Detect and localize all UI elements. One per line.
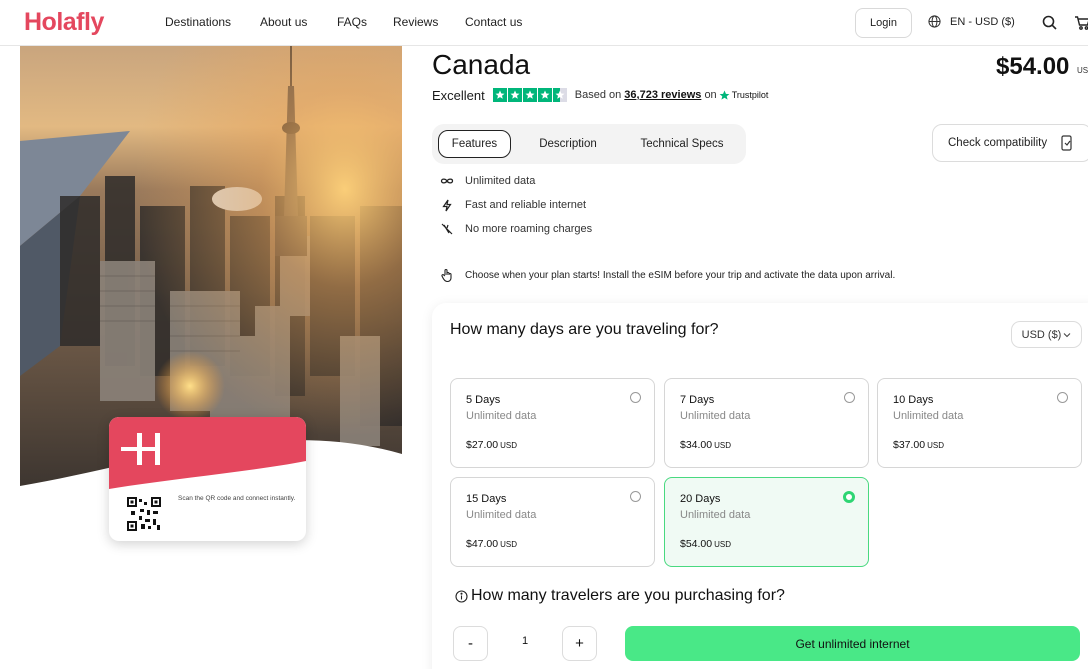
hand-pointer-icon bbox=[440, 268, 454, 282]
plan-price: $37.00 USD bbox=[893, 439, 945, 451]
plan-radio[interactable] bbox=[844, 392, 855, 403]
plan-data: Unlimited data bbox=[680, 410, 751, 422]
plan-card-5-days[interactable]: 5 Days Unlimited data $27.00 USD bbox=[450, 378, 655, 468]
product-tabs: Features Description Technical Specs bbox=[432, 124, 746, 164]
star-icon bbox=[522, 88, 537, 102]
plan-name: 20 Days bbox=[680, 493, 721, 505]
currency-select[interactable]: USD ($) bbox=[1011, 321, 1082, 348]
plan-name: 5 Days bbox=[466, 394, 501, 406]
rating-word: Excellent bbox=[432, 87, 485, 103]
tab-description[interactable]: Description bbox=[522, 130, 614, 158]
quantity-increment-button[interactable]: + bbox=[562, 626, 597, 661]
on-label: on bbox=[704, 89, 717, 101]
feature-item: Fast and reliable internet bbox=[440, 198, 586, 212]
star-icon bbox=[492, 88, 507, 102]
tab-features[interactable]: Features bbox=[438, 130, 511, 158]
plan-price: $47.00 USD bbox=[466, 538, 518, 550]
star-icon bbox=[537, 88, 552, 102]
info-icon[interactable] bbox=[455, 589, 468, 603]
lightning-icon bbox=[440, 198, 454, 212]
qr-code-icon bbox=[127, 497, 161, 531]
trustpilot-label: Trustpilot bbox=[731, 90, 769, 100]
plan-price: $27.00 USD bbox=[466, 439, 518, 451]
feature-text: Fast and reliable internet bbox=[465, 199, 587, 211]
feature-item: Unlimited data bbox=[440, 174, 535, 188]
holafly-logo[interactable]: Holafly bbox=[24, 8, 104, 37]
nav-contact-us[interactable]: Contact us bbox=[465, 15, 522, 29]
get-unlimited-internet-button[interactable]: Get unlimited internet bbox=[625, 626, 1080, 661]
plan-card-7-days[interactable]: 7 Days Unlimited data $34.00 USD bbox=[664, 378, 869, 468]
rating-stars bbox=[492, 88, 567, 102]
star-icon bbox=[507, 88, 522, 102]
plan-name: 10 Days bbox=[893, 394, 934, 406]
reviews-text: Based on 36,723 reviews on bbox=[575, 89, 717, 101]
search-icon[interactable] bbox=[1041, 14, 1059, 32]
plan-card-20-days[interactable]: 20 Days Unlimited data $54.00 USD bbox=[664, 477, 869, 567]
based-on-label: Based on bbox=[574, 89, 622, 101]
infinity-icon bbox=[440, 174, 454, 188]
plan-data: Unlimited data bbox=[680, 509, 751, 521]
check-compatibility-button[interactable]: Check compatibility bbox=[932, 124, 1088, 162]
no-roaming-icon bbox=[440, 222, 454, 236]
plan-price: $34.00 USD bbox=[680, 439, 732, 451]
plan-radio-selected[interactable] bbox=[843, 491, 855, 503]
travelers-question: How many travelers are you purchasing fo… bbox=[455, 587, 785, 605]
page-title: Canada bbox=[432, 49, 531, 80]
language-label: EN - USD ($) bbox=[950, 15, 1015, 28]
nav-destinations[interactable]: Destinations bbox=[165, 15, 231, 29]
plan-price: $54.00 USD bbox=[680, 538, 732, 550]
plan-start-notice: Choose when your plan starts! Install th… bbox=[440, 268, 895, 282]
phone-check-icon bbox=[1061, 135, 1072, 151]
cart-icon[interactable] bbox=[1074, 14, 1088, 32]
trustpilot-rating: Excellent Based on 36,723 reviews on Tru… bbox=[432, 86, 768, 104]
check-compatibility-label: Check compatibility bbox=[948, 137, 1048, 149]
plan-card-15-days[interactable]: 15 Days Unlimited data $47.00 USD bbox=[450, 477, 655, 567]
nav-about-us[interactable]: About us bbox=[260, 15, 307, 29]
language-selector[interactable]: EN - USD ($) bbox=[928, 15, 1015, 28]
currency-select-value: USD ($) bbox=[1021, 328, 1062, 341]
login-button[interactable]: Login bbox=[855, 8, 912, 38]
notice-text: Choose when your plan starts! Install th… bbox=[465, 269, 896, 281]
quantity-value: 1 bbox=[521, 635, 529, 647]
trustpilot-logo[interactable]: Trustpilot bbox=[719, 90, 769, 101]
price-currency: US bbox=[1077, 66, 1088, 75]
nav-reviews[interactable]: Reviews bbox=[393, 15, 438, 29]
tab-technical-specs[interactable]: Technical Specs bbox=[627, 130, 737, 158]
feature-item: No more roaming charges bbox=[440, 222, 592, 236]
plan-data: Unlimited data bbox=[466, 410, 537, 422]
product-price: $54.00 bbox=[996, 53, 1070, 80]
plan-radio[interactable] bbox=[630, 491, 641, 502]
trustpilot-star-icon bbox=[719, 90, 730, 100]
esim-scan-text: Scan the QR code and connect instantly. bbox=[178, 495, 296, 502]
plan-name: 7 Days bbox=[680, 394, 715, 406]
plan-radio[interactable] bbox=[630, 392, 641, 403]
feature-text: No more roaming charges bbox=[465, 223, 593, 235]
plan-card-10-days[interactable]: 10 Days Unlimited data $37.00 USD bbox=[877, 378, 1082, 468]
chevron-down-icon bbox=[1063, 332, 1071, 337]
site-header: Holafly Destinations About us FAQs Revie… bbox=[0, 0, 1088, 46]
esim-card: Scan the QR code and connect instantly. bbox=[109, 417, 306, 541]
globe-icon bbox=[928, 15, 941, 28]
plan-radio[interactable] bbox=[1057, 392, 1068, 403]
quantity-decrement-button[interactable]: - bbox=[453, 626, 488, 661]
plan-name: 15 Days bbox=[466, 493, 507, 505]
plan-data: Unlimited data bbox=[893, 410, 964, 422]
plan-data: Unlimited data bbox=[466, 509, 537, 521]
half-star-icon bbox=[552, 88, 567, 102]
travelers-question-text: How many travelers are you purchasing fo… bbox=[471, 587, 785, 604]
feature-text: Unlimited data bbox=[465, 175, 536, 187]
nav-faqs[interactable]: FAQs bbox=[337, 15, 367, 29]
esim-card-brand bbox=[109, 417, 306, 489]
reviews-link[interactable]: 36,723 reviews bbox=[624, 89, 701, 101]
days-question: How many days are you traveling for? bbox=[450, 321, 719, 338]
